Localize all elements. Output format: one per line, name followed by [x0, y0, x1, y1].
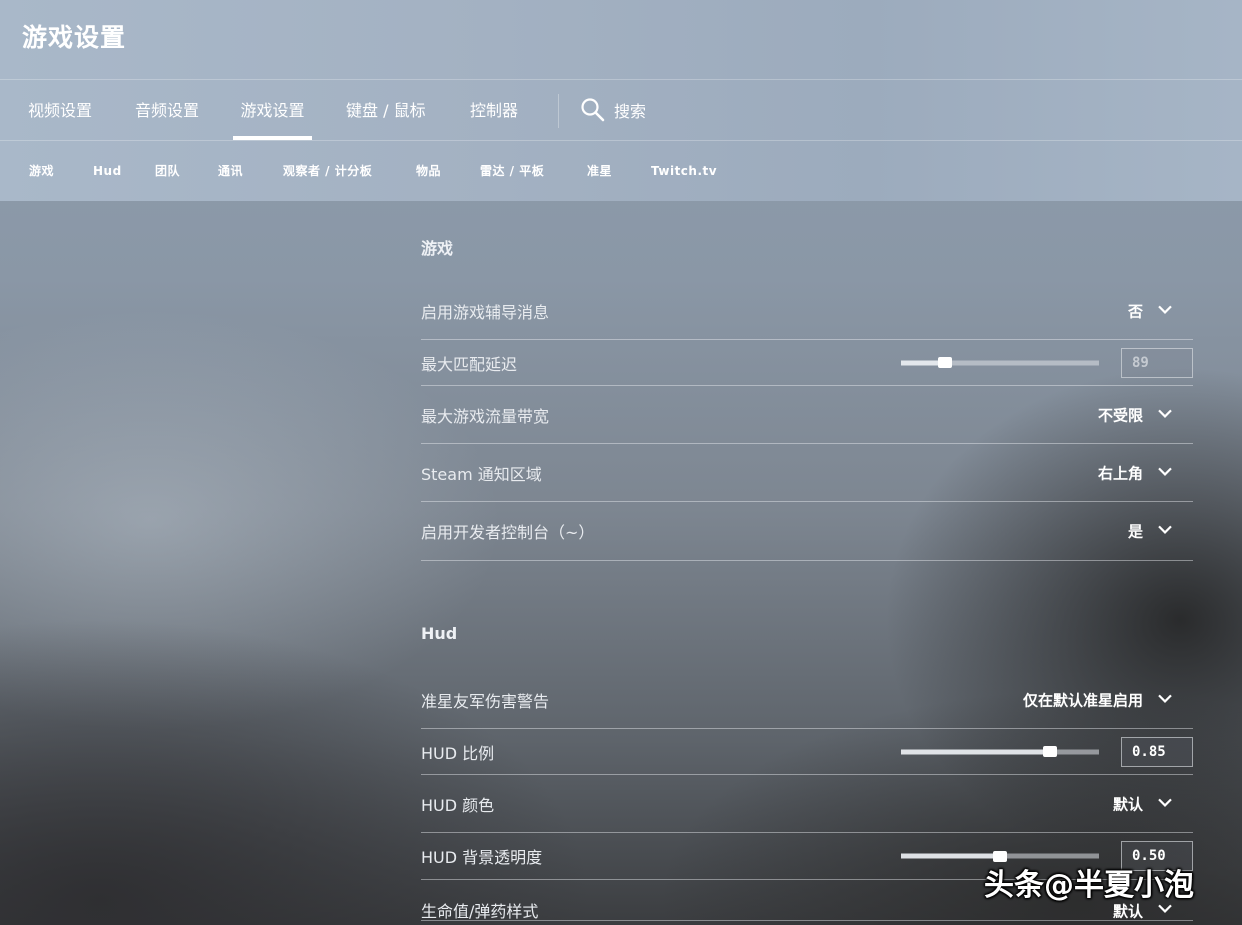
search-icon — [581, 98, 605, 122]
setting-row-ff-warning[interactable]: 准星友军伤害警告 仅在默认准星启用 — [421, 672, 1193, 729]
settings-header: 游戏设置 视频设置 音频设置 游戏设置 键盘 / 鼠标 控制器 搜索 游戏 Hu… — [0, 0, 1242, 201]
chevron-down-icon[interactable] — [1157, 690, 1173, 706]
setting-row-tutor-messages[interactable]: 启用游戏辅导消息 否 — [421, 283, 1193, 340]
subtab-hud[interactable]: Hud — [93, 141, 122, 201]
watermark: 头条@半夏小泡 — [984, 868, 1194, 903]
hud-scale-value-field[interactable]: 0.85 — [1121, 736, 1193, 767]
section-title-hud: Hud — [421, 624, 458, 643]
main-tab-bar: 视频设置 音频设置 游戏设置 键盘 / 鼠标 控制器 搜索 — [0, 80, 1242, 140]
dropdown-value[interactable]: 默认 — [1113, 793, 1143, 814]
setting-label: 启用开发者控制台（~） — [421, 523, 595, 542]
setting-label: HUD 颜色 — [421, 795, 495, 815]
dropdown-value[interactable]: 右上角 — [1098, 462, 1143, 483]
section-title-game: 游戏 — [421, 239, 454, 258]
max-ping-value-field[interactable]: 89 — [1121, 347, 1193, 378]
tab-separator — [558, 94, 559, 128]
subtab-team[interactable]: 团队 — [155, 141, 180, 201]
search-button[interactable]: 搜索 — [580, 80, 646, 140]
page-title: 游戏设置 — [22, 23, 127, 52]
subtab-spectator-scoreboard[interactable]: 观察者 / 计分板 — [283, 141, 372, 201]
tab-game-settings[interactable]: 游戏设置 — [233, 80, 312, 140]
hud-scale-slider[interactable] — [901, 746, 1099, 757]
setting-row-max-bandwidth[interactable]: 最大游戏流量带宽 不受限 — [421, 386, 1193, 444]
tab-controller[interactable]: 控制器 — [470, 80, 518, 140]
dropdown-value[interactable]: 否 — [1128, 301, 1143, 322]
setting-row-max-ping: 最大匹配延迟 89 — [421, 340, 1193, 386]
subtab-crosshair[interactable]: 准星 — [587, 141, 612, 201]
max-ping-slider[interactable] — [901, 357, 1099, 368]
slider-thumb[interactable] — [1042, 746, 1057, 757]
search-label: 搜索 — [614, 102, 647, 121]
tab-audio-settings[interactable]: 音频设置 — [135, 80, 199, 140]
dropdown-value[interactable]: 是 — [1128, 521, 1143, 542]
slider-thumb[interactable] — [937, 357, 952, 368]
slider-fill — [901, 853, 1000, 859]
tab-video-settings[interactable]: 视频设置 — [28, 80, 92, 140]
setting-row-dev-console[interactable]: 启用开发者控制台（~） 是 — [421, 502, 1193, 561]
setting-label: 最大游戏流量带宽 — [421, 406, 550, 426]
settings-content: 游戏 启用游戏辅导消息 否 最大匹配延迟 89 最大游戏流量带宽 不受限 Ste… — [421, 201, 1193, 925]
chevron-down-icon[interactable] — [1157, 794, 1173, 810]
setting-label: HUD 比例 — [421, 743, 495, 763]
dropdown-value[interactable]: 不受限 — [1098, 404, 1143, 425]
setting-label: 准星友军伤害警告 — [421, 692, 550, 711]
subtab-radar-tablet[interactable]: 雷达 / 平板 — [480, 141, 544, 201]
dropdown-value[interactable]: 仅在默认准星启用 — [1023, 690, 1143, 711]
sub-tab-bar: 游戏 Hud 团队 通讯 观察者 / 计分板 物品 雷达 / 平板 准星 Twi… — [0, 141, 1242, 201]
chevron-down-icon[interactable] — [1157, 301, 1173, 317]
setting-label: 启用游戏辅导消息 — [421, 303, 550, 322]
hud-alpha-slider[interactable] — [901, 850, 1099, 862]
setting-label: Steam 通知区域 — [421, 464, 542, 484]
setting-row-steam-notify[interactable]: Steam 通知区域 右上角 — [421, 444, 1193, 502]
chevron-down-icon[interactable] — [1157, 463, 1173, 479]
setting-label: 生命值/弹药样式 — [421, 902, 539, 921]
setting-row-hud-scale: HUD 比例 0.85 — [421, 729, 1193, 775]
setting-row-hud-color[interactable]: HUD 颜色 默认 — [421, 775, 1193, 833]
slider-fill — [901, 749, 1050, 754]
subtab-communication[interactable]: 通讯 — [218, 141, 243, 201]
chevron-down-icon[interactable] — [1157, 521, 1173, 537]
setting-label: HUD 背景透明度 — [421, 848, 543, 867]
subtab-twitch[interactable]: Twitch.tv — [651, 141, 717, 201]
setting-label: 最大匹配延迟 — [421, 354, 518, 374]
subtab-items[interactable]: 物品 — [416, 141, 441, 201]
subtab-game[interactable]: 游戏 — [29, 141, 54, 201]
chevron-down-icon[interactable] — [1157, 405, 1173, 421]
tab-keyboard-mouse[interactable]: 键盘 / 鼠标 — [346, 80, 426, 140]
